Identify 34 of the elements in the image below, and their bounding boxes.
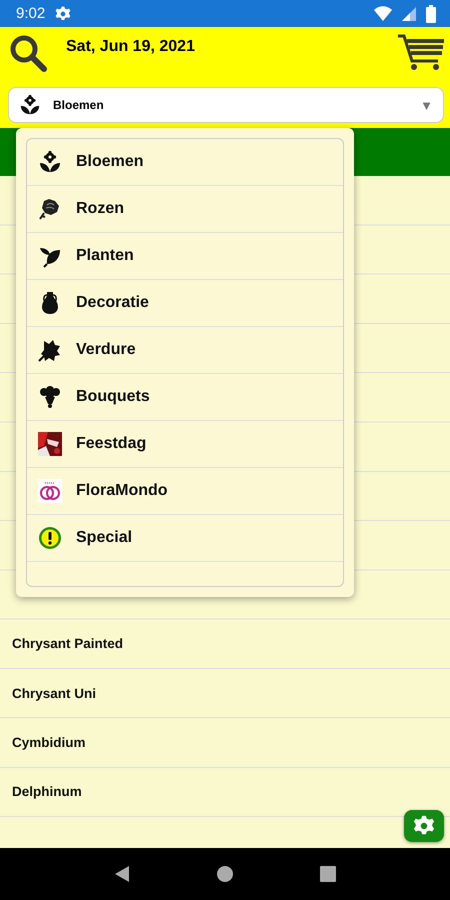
signal-icon	[402, 6, 416, 22]
menu-item[interactable]: Bloemen	[27, 139, 343, 186]
rings-icon	[38, 479, 62, 503]
menu-item[interactable]: Feestdag	[27, 421, 343, 468]
category-dropdown[interactable]: Bloemen ▼	[8, 87, 444, 123]
menu-item[interactable]: Special	[27, 515, 343, 562]
battery-icon	[426, 4, 436, 22]
bouquet-icon	[38, 385, 62, 409]
menu-item[interactable]: Decoratie	[27, 280, 343, 327]
list-item[interactable]: Cymbidium	[0, 718, 450, 768]
date-label: Sat, Jun 19, 2021	[66, 38, 195, 56]
list-item[interactable]: Chrysant Painted	[0, 620, 450, 669]
cart-icon[interactable]	[398, 33, 444, 71]
menu-item[interactable]: Planten	[27, 233, 343, 280]
menu-item[interactable]: Bouquets	[27, 374, 343, 421]
flower-icon	[38, 150, 62, 174]
wifi-icon	[374, 6, 392, 22]
thumbnail-icon	[38, 432, 62, 456]
back-icon[interactable]	[112, 865, 131, 883]
menu-item[interactable]: Verdure	[27, 327, 343, 374]
settings-button[interactable]	[404, 810, 444, 842]
menu-item[interactable]: Rozen	[27, 186, 343, 233]
alert-badge-icon	[38, 526, 62, 550]
recents-icon[interactable]	[319, 865, 338, 883]
leaf-icon	[38, 338, 62, 362]
status-time: 9:02	[16, 5, 46, 22]
rose-icon	[38, 197, 62, 221]
list-item[interactable]: Chrysant Uni	[0, 668, 450, 718]
flower-icon	[19, 94, 41, 116]
gear-icon	[55, 6, 72, 22]
home-icon[interactable]	[216, 865, 234, 883]
search-icon[interactable]	[8, 33, 48, 73]
menu-item[interactable]: FloraMondo	[27, 468, 343, 515]
settings-icon	[413, 815, 435, 837]
